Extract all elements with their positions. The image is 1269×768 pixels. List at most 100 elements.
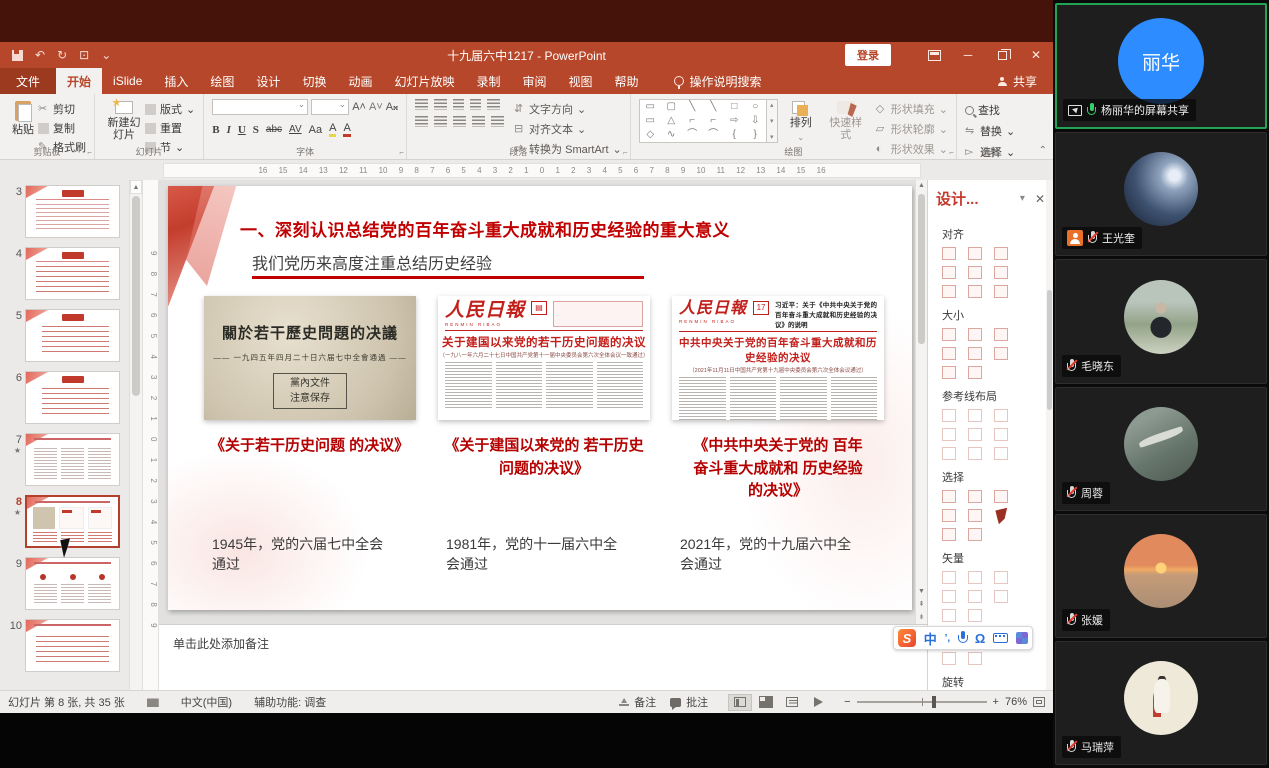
close-button[interactable]: ✕ bbox=[1019, 42, 1053, 68]
thumbnail-slide-4[interactable]: 4 bbox=[2, 247, 126, 300]
vector-icon[interactable] bbox=[994, 571, 1008, 584]
tab-insert[interactable]: 插入 bbox=[153, 68, 199, 94]
guide-icon[interactable] bbox=[994, 447, 1008, 460]
paste-button[interactable]: 粘贴 bbox=[8, 99, 38, 144]
restore-button[interactable] bbox=[985, 42, 1019, 68]
zoom-out-button[interactable]: − bbox=[844, 696, 850, 708]
align-icon[interactable] bbox=[968, 247, 982, 260]
scroll-up-icon[interactable]: ▲ bbox=[916, 180, 927, 192]
justify-icon[interactable] bbox=[472, 116, 485, 127]
thumbnail-preview[interactable] bbox=[25, 185, 120, 238]
zoom-slider[interactable] bbox=[857, 701, 987, 703]
thumbnail-slide-9[interactable]: 9 bbox=[2, 557, 126, 610]
ribbon-display-options-button[interactable] bbox=[917, 42, 951, 68]
guide-icon[interactable] bbox=[968, 428, 982, 441]
shape-fill-button[interactable]: ◇形状填充 ⌄ bbox=[876, 101, 948, 117]
copy-button[interactable]: 复制 bbox=[38, 120, 86, 136]
guide-icon[interactable] bbox=[994, 409, 1008, 422]
thumbnail-scrollbar[interactable]: ▲ bbox=[129, 180, 142, 690]
tab-record[interactable]: 录制 bbox=[465, 68, 511, 94]
shadow-button[interactable]: S bbox=[253, 124, 259, 136]
size-icon[interactable] bbox=[942, 328, 956, 341]
size-icon[interactable] bbox=[994, 347, 1008, 360]
grow-font-button[interactable]: A˄ bbox=[352, 101, 366, 113]
scroll-down-icon[interactable]: ▼ bbox=[916, 586, 927, 598]
vector-icon[interactable] bbox=[942, 590, 956, 603]
login-button[interactable]: 登录 bbox=[845, 44, 891, 66]
cursor-arrow-icon[interactable] bbox=[994, 509, 1008, 522]
font-size-select[interactable] bbox=[311, 99, 349, 115]
historic-document-image[interactable]: 關於若干歷史問題的决議 —— 一九四五年四月二十日六届七中全會通過 —— 黨內文… bbox=[204, 296, 416, 420]
vector-icon[interactable] bbox=[942, 571, 956, 584]
punctuation-toggle[interactable]: ’, bbox=[945, 633, 951, 644]
thumbnail-slide-7[interactable]: 7★ bbox=[2, 433, 126, 486]
thumbnail-preview[interactable] bbox=[25, 247, 120, 300]
newspaper-1981-image[interactable]: 人民日報 RENMIN RIBAO ▤ 关于建国以来党的若干历史问题的决议 （一… bbox=[438, 296, 650, 420]
italic-button[interactable]: I bbox=[227, 124, 231, 136]
layout-button[interactable]: 版式 ⌄ bbox=[145, 101, 195, 117]
clear-formatting-button[interactable]: A𝄪 bbox=[386, 101, 398, 114]
sogou-logo[interactable]: S bbox=[898, 629, 916, 647]
scrollbar-thumb[interactable] bbox=[132, 196, 140, 396]
start-slideshow-icon[interactable]: ⊡ bbox=[79, 49, 89, 61]
redo-icon[interactable]: ↻ bbox=[57, 49, 67, 61]
change-case-button[interactable]: Aa bbox=[309, 124, 322, 136]
clipboard-icon[interactable] bbox=[942, 652, 956, 665]
tell-me-search[interactable]: 操作说明搜索 bbox=[664, 68, 772, 94]
thumbnail-preview[interactable] bbox=[25, 619, 120, 672]
align-icon[interactable] bbox=[942, 285, 956, 298]
participant-tile-sharing[interactable]: 丽华 杨丽华的屏幕共享 bbox=[1055, 3, 1267, 129]
thumbnail-slide-3[interactable]: 3 bbox=[2, 185, 126, 238]
thumbnail-slide-6[interactable]: 6 bbox=[2, 371, 126, 424]
desc-2[interactable]: 1981年，党的十一届六中全会通过 bbox=[446, 534, 650, 575]
document-column-3[interactable]: 人民日報 RENMIN RIBAO 17 习近平：关于《中共中央关于党的百年奋斗… bbox=[672, 296, 884, 596]
clipboard-icon[interactable] bbox=[968, 652, 982, 665]
size-icon[interactable] bbox=[994, 328, 1008, 341]
tab-file[interactable]: 文件 bbox=[0, 68, 56, 94]
tab-review[interactable]: 审阅 bbox=[512, 68, 558, 94]
guide-icon[interactable] bbox=[994, 428, 1008, 441]
text-direction-button[interactable]: ⇵文字方向 ⌄ bbox=[514, 101, 622, 117]
align-icon[interactable] bbox=[994, 247, 1008, 260]
font-color-button[interactable]: A bbox=[343, 122, 350, 137]
font-name-select[interactable] bbox=[212, 99, 308, 115]
notes-placeholder[interactable]: 单击此处添加备注 bbox=[173, 635, 269, 652]
align-right-icon[interactable] bbox=[453, 116, 466, 127]
shapes-gallery-scroll[interactable]: ▴▾▾ bbox=[767, 99, 778, 143]
align-text-button[interactable]: ⊟对齐文本 ⌄ bbox=[514, 121, 622, 137]
voice-input-icon[interactable] bbox=[958, 631, 967, 645]
font-dialog-launcher[interactable]: ⌐ bbox=[399, 148, 404, 157]
scroll-up-icon[interactable]: ▲ bbox=[130, 180, 142, 194]
slide-title[interactable]: 一、深刻认识总结党的百年奋斗重大成就和历史经验的重大意义 bbox=[240, 216, 730, 241]
design-panel-scrollbar[interactable] bbox=[1046, 180, 1053, 690]
align-left-icon[interactable] bbox=[415, 116, 428, 127]
previous-slide-button[interactable]: ⇞ bbox=[916, 599, 927, 611]
clipboard-dialog-launcher[interactable]: ⌐ bbox=[87, 148, 92, 157]
canvas-scrollbar[interactable]: ▲ ▼ ⇞ ⇟ bbox=[915, 180, 927, 624]
document-column-2[interactable]: 人民日報 RENMIN RIBAO ▤ 关于建国以来党的若干历史问题的决议 （一… bbox=[438, 296, 650, 596]
strikethrough-button[interactable]: abc bbox=[266, 124, 282, 135]
vector-icon[interactable] bbox=[968, 590, 982, 603]
vector-icon[interactable] bbox=[968, 571, 982, 584]
select-icon[interactable] bbox=[968, 528, 982, 541]
guide-icon[interactable] bbox=[942, 409, 956, 422]
accessibility-indicator[interactable]: 辅助功能: 调查 bbox=[254, 694, 326, 710]
thumbnail-slide-10[interactable]: 10 bbox=[2, 619, 126, 672]
highlight-button[interactable]: A bbox=[329, 122, 336, 137]
guide-icon[interactable] bbox=[942, 447, 956, 460]
select-icon[interactable] bbox=[942, 509, 956, 522]
tab-home[interactable]: 开始 bbox=[56, 68, 102, 94]
tab-transitions[interactable]: 切换 bbox=[291, 68, 337, 94]
participant-tile[interactable]: 马瑞萍 bbox=[1055, 641, 1267, 765]
tab-islide[interactable]: iSlide bbox=[102, 68, 153, 94]
normal-view-button[interactable] bbox=[728, 694, 752, 711]
symbols-icon[interactable]: Ω bbox=[975, 631, 985, 646]
cut-button[interactable]: ✂剪切 bbox=[38, 101, 86, 117]
participant-tile[interactable]: 毛晓东 bbox=[1055, 259, 1267, 383]
language-indicator[interactable]: 中文(中国) bbox=[181, 694, 232, 710]
tab-slideshow[interactable]: 幻灯片放映 bbox=[383, 68, 465, 94]
slide-sorter-view-button[interactable] bbox=[754, 694, 778, 711]
pen-tool-icon[interactable] bbox=[968, 609, 982, 622]
minimize-button[interactable]: ─ bbox=[951, 42, 985, 68]
shapes-gallery[interactable]: ▭▢╲╲□○ ▭△⌐⌐⇨⇩ ◇∿⌒⌒{} bbox=[639, 99, 767, 143]
